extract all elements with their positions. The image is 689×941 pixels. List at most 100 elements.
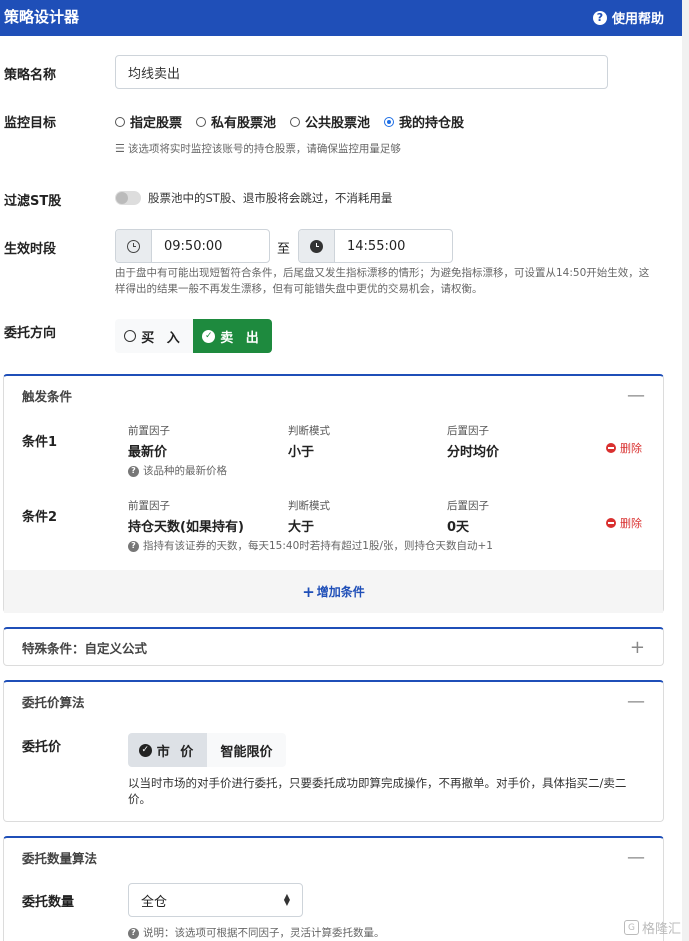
order-direction-label: 委托方向 bbox=[4, 326, 57, 341]
help-label: 使用帮助 bbox=[611, 12, 664, 27]
target-option-my-holdings[interactable]: 我的持仓股 bbox=[384, 112, 464, 131]
time-separator: 至 bbox=[277, 242, 291, 257]
price-card-header[interactable]: 委托价算法 — bbox=[4, 682, 663, 720]
col-post-caption: 后置因子 bbox=[447, 500, 489, 512]
strategy-name-input[interactable]: 均线卖出 bbox=[115, 55, 608, 89]
collapse-icon[interactable]: — bbox=[627, 847, 645, 868]
monitor-target-label: 监控目标 bbox=[4, 116, 57, 131]
time-start-input[interactable]: 09:50:00 bbox=[115, 229, 270, 263]
condition-post-factor[interactable]: 0天 bbox=[447, 516, 469, 535]
filter-st-hint: 股票池中的ST股、退市股将会跳过，不消耗用量 bbox=[148, 191, 393, 205]
circle-icon bbox=[124, 330, 137, 342]
market-price-button[interactable]: ✓ 市 价 bbox=[128, 733, 207, 767]
time-end-input[interactable]: 14:55:00 bbox=[298, 229, 453, 263]
condition-pre-factor[interactable]: 持仓天数(如果持有) bbox=[128, 516, 244, 535]
condition-label: 条件2 bbox=[22, 510, 58, 525]
col-mode-caption: 判断模式 bbox=[288, 500, 330, 512]
target-option-public-pool[interactable]: 公共股票池 bbox=[290, 112, 370, 131]
col-post-caption: 后置因子 bbox=[447, 425, 489, 437]
target-option-label: 私有股票池 bbox=[211, 116, 277, 131]
delete-label: 删除 bbox=[620, 442, 642, 455]
clock-icon bbox=[127, 239, 140, 253]
radio-icon bbox=[290, 116, 301, 127]
condition-post-factor[interactable]: 分时均价 bbox=[447, 441, 499, 460]
delete-condition-button[interactable]: 删除 bbox=[606, 515, 642, 531]
clock-addon bbox=[116, 230, 152, 262]
buy-button[interactable]: 买 入 bbox=[115, 319, 193, 353]
order-quantity-select[interactable]: 全仓 ▲ ▼ bbox=[128, 883, 303, 917]
page-title: 策略设计器 bbox=[4, 8, 80, 26]
order-price-hint-line: 以当时市场的对手价进行委托，只要委托成功即算完成操作，不再撤单。对手价，具体指买… bbox=[128, 776, 627, 790]
target-option-label: 指定股票 bbox=[130, 116, 183, 131]
condition-hint: ? 该品种的最新价格 bbox=[128, 463, 227, 479]
condition-mode[interactable]: 大于 bbox=[288, 516, 314, 535]
delete-condition-button[interactable]: 删除 bbox=[606, 440, 642, 456]
smart-limit-button[interactable]: 智能限价 bbox=[207, 733, 286, 767]
quantity-card-header[interactable]: 委托数量算法 — bbox=[4, 838, 663, 876]
effective-time-hint-line: 由于盘中有可能出现短暂符合条件，后尾盘又发生指标漂移的情形；为避免指标漂移，可设… bbox=[115, 267, 650, 279]
special-card-header[interactable]: 特殊条件：自定义公式 + bbox=[4, 629, 663, 665]
target-option-label: 我的持仓股 bbox=[399, 116, 465, 131]
add-condition-label: 增加条件 bbox=[316, 585, 365, 599]
clock-addon bbox=[299, 230, 335, 262]
watermark: G 格隆汇 bbox=[623, 918, 681, 937]
monitor-target-hint-text: 该选项将实时监控该账号的持仓股票，请确保监控用量足够 bbox=[127, 143, 401, 155]
clock-icon bbox=[310, 239, 323, 253]
question-circle-icon: ? bbox=[128, 465, 139, 477]
smart-limit-label: 智能限价 bbox=[220, 744, 273, 760]
sell-label: 卖 出 bbox=[220, 330, 263, 346]
watermark-text: 格隆汇 bbox=[641, 922, 681, 937]
order-quantity-label: 委托数量 bbox=[22, 895, 75, 910]
time-start-value: 09:50:00 bbox=[164, 238, 223, 254]
add-condition-button[interactable]: + 增加条件 bbox=[4, 570, 663, 613]
price-algorithm-card: 委托价算法 — 委托价 ✓ 市 价 智能限价 以当时市场的对手价进行委托，只要委… bbox=[3, 680, 664, 822]
question-circle-icon: ? bbox=[592, 10, 607, 25]
condition-mode[interactable]: 小于 bbox=[288, 441, 314, 460]
monitor-target-hint: ☰ 该选项将实时监控该账号的持仓股票，请确保监控用量足够 bbox=[115, 141, 401, 157]
trigger-card-header[interactable]: 触发条件 — bbox=[4, 376, 663, 414]
buy-label: 买 入 bbox=[141, 330, 184, 346]
question-circle-icon: ? bbox=[128, 927, 139, 939]
condition-label: 条件1 bbox=[22, 435, 58, 450]
radio-icon bbox=[196, 116, 207, 127]
check-circle-icon: ✓ bbox=[138, 743, 152, 757]
order-quantity-hint-text: 说明：该选项可根据不同因子，灵活计算委托数量。 bbox=[143, 927, 385, 939]
target-option-private-pool[interactable]: 私有股票池 bbox=[196, 112, 276, 131]
filter-st-label: 过滤ST股 bbox=[4, 194, 62, 209]
sell-button[interactable]: ✓ 卖 出 bbox=[193, 319, 272, 353]
condition-pre-factor[interactable]: 最新价 bbox=[128, 441, 167, 460]
collapse-icon[interactable]: — bbox=[627, 691, 645, 712]
target-option-specified-stock[interactable]: 指定股票 bbox=[115, 112, 182, 131]
effective-time-hint-line: 样得出的结果一般不再发生漂移，但有可能错失盘中更优的交易机会，请权衡。 bbox=[115, 283, 483, 295]
condition-hint: ? 指持有该证券的天数，每天15:40时若持有超过1股/张，则持仓天数自动+1 bbox=[128, 538, 493, 554]
question-circle-icon: ? bbox=[128, 540, 139, 552]
check-circle-icon: ✓ bbox=[202, 329, 216, 343]
order-price-hint-line: 价。 bbox=[128, 792, 151, 806]
strategy-name-value: 均线卖出 bbox=[128, 66, 181, 82]
plus-icon: + bbox=[302, 582, 315, 601]
top-bar: 策略设计器 ? 使用帮助 bbox=[0, 0, 682, 36]
strategy-name-label: 策略名称 bbox=[4, 68, 57, 83]
delete-label: 删除 bbox=[620, 517, 642, 530]
watermark-logo-icon: G bbox=[623, 920, 639, 935]
help-link[interactable]: ? 使用帮助 bbox=[592, 8, 664, 27]
minus-circle-icon bbox=[606, 443, 616, 453]
radio-icon bbox=[115, 116, 125, 127]
expand-icon[interactable]: + bbox=[630, 637, 645, 658]
condition-hint-text: 该品种的最新价格 bbox=[143, 465, 227, 477]
trigger-card-title: 触发条件 bbox=[22, 388, 73, 404]
col-pre-caption: 前置因子 bbox=[128, 425, 170, 437]
select-arrows-icon: ▲ ▼ bbox=[283, 892, 290, 907]
effective-time-label: 生效时段 bbox=[4, 242, 57, 257]
order-quantity-hint: ? 说明：该选项可根据不同因子，灵活计算委托数量。 bbox=[128, 925, 385, 941]
collapse-icon[interactable]: — bbox=[627, 385, 645, 406]
list-icon: ☰ bbox=[115, 142, 125, 155]
effective-time-hint: 由于盘中有可能出现短暂符合条件，后尾盘又发生指标漂移的情形；为避免指标漂移，可设… bbox=[115, 265, 670, 297]
order-price-label: 委托价 bbox=[22, 740, 62, 755]
order-price-hint: 以当时市场的对手价进行委托，只要委托成功即算完成操作，不再撤单。对手价，具体指买… bbox=[128, 775, 648, 807]
scrollbar[interactable] bbox=[682, 0, 689, 941]
order-quantity-value: 全仓 bbox=[141, 894, 168, 910]
filter-st-toggle[interactable] bbox=[115, 191, 141, 205]
special-conditions-card: 特殊条件：自定义公式 + bbox=[3, 627, 664, 666]
col-mode-caption: 判断模式 bbox=[288, 425, 330, 437]
